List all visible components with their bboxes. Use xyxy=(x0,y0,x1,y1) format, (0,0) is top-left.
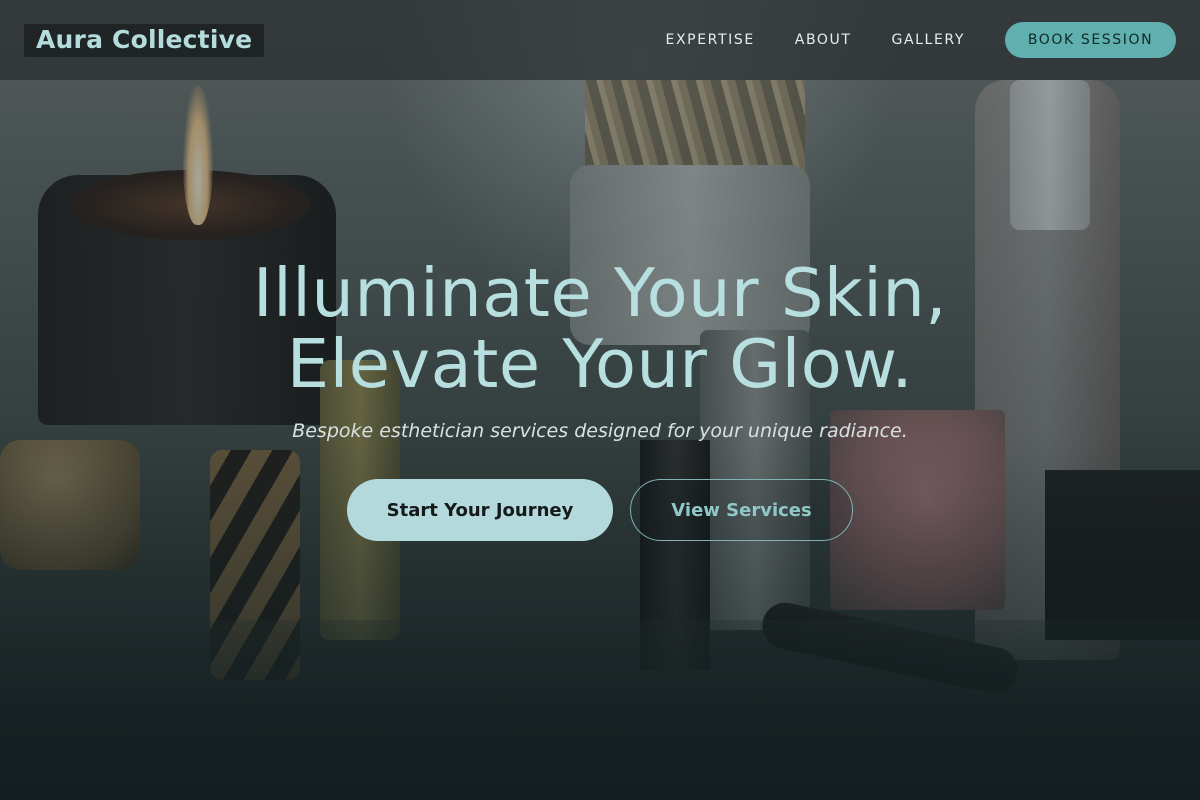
start-journey-button[interactable]: Start Your Journey xyxy=(347,479,613,541)
hero-subtitle: Bespoke esthetician services designed fo… xyxy=(292,420,908,442)
main-nav: EXPERTISE ABOUT GALLERY BOOK SESSION xyxy=(666,22,1176,58)
brand-logo[interactable]: Aura Collective xyxy=(24,23,265,57)
hero-headline: Illuminate Your Skin, Elevate Your Glow. xyxy=(0,258,1200,400)
book-session-button[interactable]: BOOK SESSION xyxy=(1005,22,1176,58)
headline-line-1: Illuminate Your Skin, xyxy=(252,254,948,332)
hero-section: Illuminate Your Skin, Elevate Your Glow.… xyxy=(0,80,1200,800)
nav-expertise[interactable]: EXPERTISE xyxy=(666,32,755,48)
nav-gallery[interactable]: GALLERY xyxy=(892,32,965,48)
headline-line-2: Elevate Your Glow. xyxy=(286,325,914,403)
hero-cta-group: Start Your Journey View Services xyxy=(0,479,1200,541)
view-services-button[interactable]: View Services xyxy=(630,479,853,541)
nav-about[interactable]: ABOUT xyxy=(795,32,852,48)
site-header: Aura Collective EXPERTISE ABOUT GALLERY … xyxy=(0,0,1200,80)
